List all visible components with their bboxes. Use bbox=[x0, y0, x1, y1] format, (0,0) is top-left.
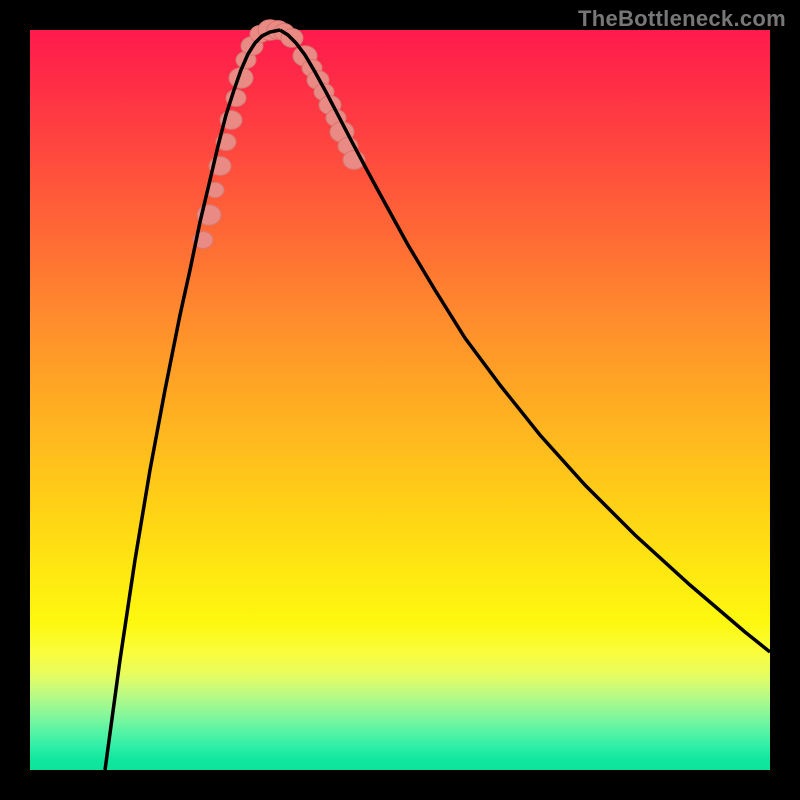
watermark-text: TheBottleneck.com bbox=[578, 6, 786, 32]
chart-frame: TheBottleneck.com bbox=[0, 0, 800, 800]
scatter-dots bbox=[193, 20, 365, 249]
right-curve bbox=[280, 30, 770, 652]
chart-svg bbox=[30, 30, 770, 770]
plot-area bbox=[30, 30, 770, 770]
left-curve bbox=[105, 30, 280, 770]
